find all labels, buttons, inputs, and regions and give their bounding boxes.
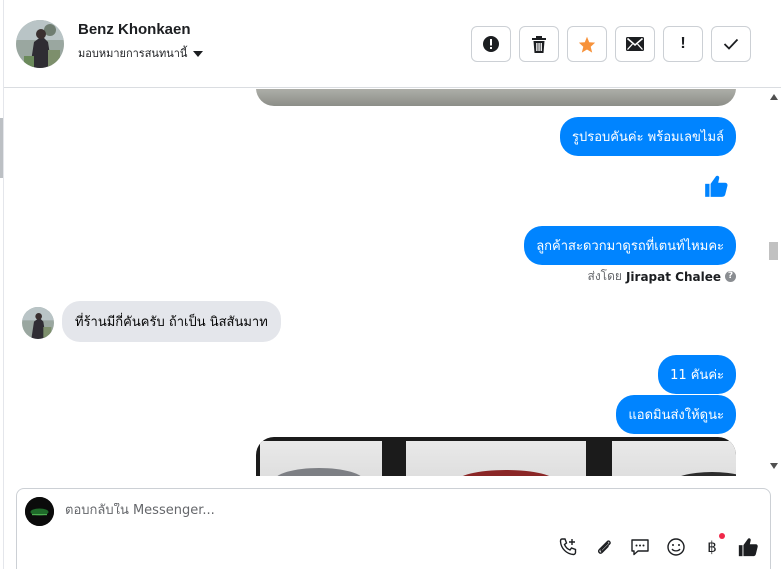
check-icon xyxy=(723,38,739,50)
car-photo[interactable] xyxy=(406,441,586,476)
call-button[interactable] xyxy=(557,536,579,558)
mark-done-button[interactable] xyxy=(711,26,751,62)
star-icon xyxy=(578,36,596,53)
mark-unread-button[interactable] xyxy=(615,26,655,62)
exclamation-icon: ! xyxy=(680,35,686,52)
send-like-button[interactable] xyxy=(737,536,759,558)
attach-button[interactable] xyxy=(593,536,615,558)
chat-scrollbar[interactable] xyxy=(766,89,781,476)
chat-bubble-icon xyxy=(631,539,649,556)
outgoing-message[interactable]: รูปรอบคันค่ะ พร้อมเลขไมล์ xyxy=(560,117,736,156)
alert-circle-icon xyxy=(483,36,499,52)
sent-by-label: ส่งโดย Jirapat Chalee ? xyxy=(587,267,736,286)
incoming-message[interactable]: ที่ร้านมีกี่คันครับ ถ้าเป็น นิสสันมาท xyxy=(62,301,281,342)
like-sticker-icon[interactable] xyxy=(703,173,729,203)
thumbs-up-icon xyxy=(738,538,758,557)
help-icon[interactable]: ? xyxy=(725,271,736,282)
star-button[interactable] xyxy=(567,26,607,62)
composer-tools: ฿ xyxy=(557,533,759,558)
emoji-button[interactable] xyxy=(665,536,687,558)
phone-plus-icon xyxy=(559,538,577,556)
reply-input[interactable] xyxy=(65,503,745,518)
photo-gallery[interactable] xyxy=(256,437,736,476)
sent-by-name: Jirapat Chalee xyxy=(625,269,721,284)
saved-replies-button[interactable] xyxy=(629,536,651,558)
message-thread[interactable]: รูปรอบคันค่ะ พร้อมเลขไมล์ ลูกค้าสะดวกมาด… xyxy=(4,89,766,476)
outgoing-message[interactable]: ลูกค้าสะดวกมาดูรถที่เตนท์ไหมคะ xyxy=(524,226,736,265)
left-scroll-indicator xyxy=(0,118,3,178)
smiley-icon xyxy=(667,538,685,556)
follow-up-button[interactable]: ! xyxy=(663,26,703,62)
assign-conversation-dropdown[interactable]: มอบหมายการสนทนานี้ xyxy=(78,44,204,62)
car-photo[interactable] xyxy=(612,441,736,476)
delete-button[interactable] xyxy=(519,26,559,62)
photo-attachment[interactable] xyxy=(256,89,736,106)
scroll-down-arrow-icon[interactable] xyxy=(770,463,778,469)
page-logo-avatar xyxy=(25,497,54,526)
envelope-icon xyxy=(626,37,644,51)
reply-composer: ฿ xyxy=(16,488,771,569)
contact-avatar[interactable] xyxy=(16,20,64,68)
car-photo[interactable] xyxy=(260,441,382,476)
sender-avatar[interactable] xyxy=(22,307,54,339)
mark-spam-button[interactable] xyxy=(471,26,511,62)
trash-icon xyxy=(532,35,546,53)
notification-dot xyxy=(719,533,725,539)
scroll-thumb[interactable] xyxy=(769,242,778,260)
baht-icon: ฿ xyxy=(707,538,717,556)
outgoing-message[interactable]: 11 คันค่ะ xyxy=(658,355,736,394)
contact-name[interactable]: Benz Khonkaen xyxy=(78,21,191,38)
outgoing-message[interactable]: แอดมินส่งให้ดูนะ xyxy=(616,395,736,434)
paperclip-icon xyxy=(598,540,611,554)
payment-button[interactable]: ฿ xyxy=(701,533,725,558)
sent-by-prefix: ส่งโดย xyxy=(587,269,622,283)
conversation-header: Benz Khonkaen มอบหมายการสนทนานี้ ! xyxy=(4,0,781,88)
assign-label: มอบหมายการสนทนานี้ xyxy=(78,47,188,60)
scroll-up-arrow-icon[interactable] xyxy=(770,94,778,100)
caret-down-icon xyxy=(193,51,204,57)
header-actions: ! xyxy=(471,26,751,62)
